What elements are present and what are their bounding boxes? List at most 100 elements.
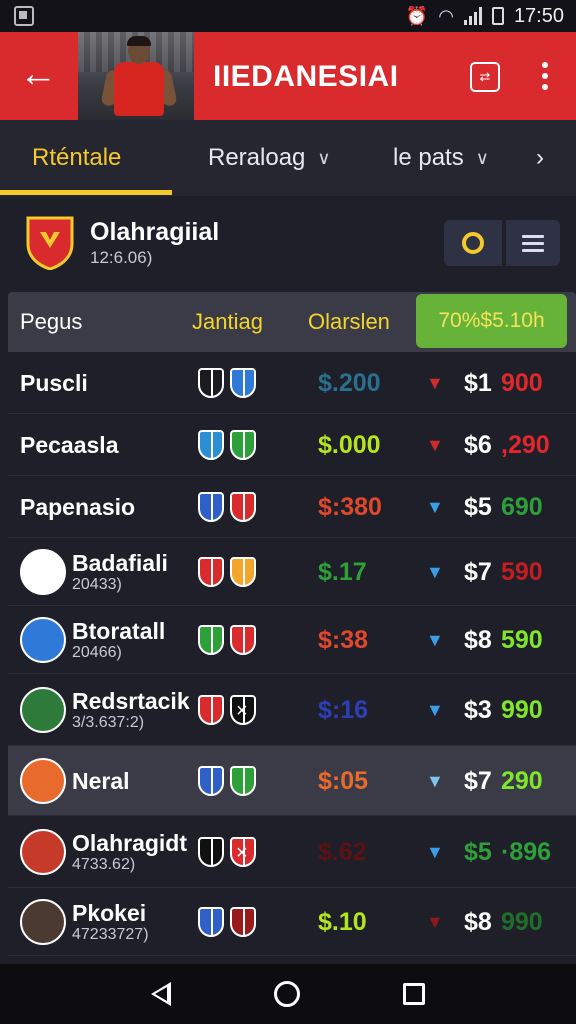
odds-value[interactable]: $.62	[318, 838, 367, 867]
app-bar: ← IIEDANESIAI ⇄	[0, 32, 576, 120]
odds-value[interactable]: $.000	[318, 431, 381, 460]
tab-scroll-right[interactable]: ›	[536, 120, 544, 196]
list-view-button[interactable]	[506, 220, 560, 266]
table-row[interactable]: Papenasio $:380 ▼ $5 690	[8, 476, 576, 538]
table-row[interactable]: Redsrtacik 3/3.637:2) × $:16 ▼ $3 990	[8, 674, 576, 746]
away-team-badge-icon	[230, 557, 256, 587]
table-row[interactable]: Badafiali 20433) $.17 ▼ $7 590	[8, 538, 576, 606]
price-prefix: $1	[464, 369, 492, 397]
header-col-4[interactable]: 70%$5.10h	[416, 294, 567, 348]
trend-down-icon: ▼	[426, 435, 444, 455]
chevron-down-icon: ∨	[475, 147, 489, 168]
odds-value[interactable]: $.200	[318, 369, 381, 398]
price-value[interactable]: 590	[501, 558, 543, 587]
battery-icon	[491, 7, 504, 25]
team-subtitle: 20433)	[72, 576, 122, 593]
filter-button[interactable]	[444, 220, 502, 266]
header-col-3[interactable]: Olarslen	[308, 292, 390, 352]
home-team-badge-icon	[198, 557, 224, 587]
odds-value[interactable]: $:05	[318, 767, 368, 796]
away-team-badge-icon	[230, 625, 256, 655]
team-name: Puscli	[20, 370, 88, 396]
nav-home-button[interactable]	[273, 981, 300, 1007]
away-team-badge-icon	[230, 368, 256, 398]
header-col-2[interactable]: Jantiag	[192, 292, 263, 352]
trend-down-icon: ▼	[426, 771, 444, 791]
trend-down-icon: ▼	[426, 912, 444, 932]
back-button[interactable]: ←	[18, 54, 58, 94]
alarm-icon: ⏰	[405, 5, 429, 26]
cast-button[interactable]: ⇄	[470, 62, 500, 92]
trend-down-icon: ▼	[426, 497, 444, 517]
odds-value[interactable]: $.10	[318, 908, 367, 937]
home-team-badge-icon	[198, 907, 224, 937]
tab-le-pats[interactable]: le pats ∨	[393, 120, 489, 196]
team-logo-icon	[20, 829, 66, 875]
status-time: 17:50	[513, 4, 564, 27]
home-team-badge-icon	[198, 625, 224, 655]
odds-table: Pegus Jantiag Olarslen 70%$5.10h Puscli $…	[8, 292, 576, 956]
home-team-badge-icon	[198, 766, 224, 796]
tab-rtentale[interactable]: Rténtale	[32, 120, 121, 196]
team-name: Redsrtacik	[72, 688, 190, 714]
price-value[interactable]: 690	[501, 493, 543, 522]
team-name: Pkokei	[72, 900, 147, 926]
home-team-badge-icon	[198, 492, 224, 522]
close-icon[interactable]: ×	[236, 700, 248, 723]
team-name: Papenasio	[20, 494, 136, 520]
player-photo	[78, 32, 194, 120]
away-team-badge-icon	[230, 430, 256, 460]
close-icon[interactable]: ×	[236, 842, 248, 865]
price-value[interactable]: ·896	[501, 838, 551, 867]
price-prefix: $8	[464, 908, 492, 936]
trend-down-icon: ▼	[426, 842, 444, 862]
league-crest-icon	[26, 216, 74, 270]
cast-icon: ⇄	[479, 69, 491, 84]
team-logo-icon	[20, 758, 66, 804]
odds-value[interactable]: $:16	[318, 696, 368, 725]
table-row[interactable]: Puscli $.200 ▼ $1 900	[8, 352, 576, 414]
table-row[interactable]: Olahragidt 4733.62) × $.62 ▼ $5 ·896	[8, 816, 576, 888]
price-prefix: $6	[464, 431, 492, 459]
tab-reraloag[interactable]: Reraloag ∨	[208, 120, 331, 196]
trend-down-icon: ▼	[426, 562, 444, 582]
price-value[interactable]: 290	[501, 767, 543, 796]
status-bar: ⏰ ◠ 17:50	[0, 0, 576, 32]
search-icon	[462, 232, 484, 254]
trend-down-icon: ▼	[426, 700, 444, 720]
price-prefix: $3	[464, 696, 492, 724]
odds-value[interactable]: $.17	[318, 558, 367, 587]
league-header: Olahragiial 12:6.06)	[0, 196, 576, 288]
league-date: 12:6.06)	[90, 248, 153, 267]
table-row[interactable]: Btoratall 20466) $:38 ▼ $8 590	[8, 606, 576, 674]
team-subtitle: 3/3.637:2)	[72, 714, 145, 731]
tab-bar: Rténtale Reraloag ∨ le pats ∨ ›	[0, 120, 576, 196]
table-row[interactable]: Neral $:05 ▼ $7 290	[8, 746, 576, 816]
price-value[interactable]: 990	[501, 696, 543, 725]
price-value[interactable]: 990	[501, 908, 543, 937]
chevron-right-icon: ›	[536, 144, 544, 171]
odds-value[interactable]: $:38	[318, 626, 368, 655]
more-options-button[interactable]	[532, 58, 558, 94]
price-value[interactable]: 900	[501, 369, 543, 398]
price-value[interactable]: ,290	[501, 431, 550, 460]
price-prefix: $5	[464, 493, 492, 521]
nav-recents-button[interactable]	[402, 983, 425, 1005]
team-subtitle: 20466)	[72, 644, 122, 661]
trend-down-icon: ▼	[426, 373, 444, 393]
team-logo-icon	[20, 617, 66, 663]
table-row[interactable]: Pkokei 47233727) $.10 ▼ $8 990	[8, 888, 576, 956]
table-body: Puscli $.200 ▼ $1 900 Pecaasla $.000 ▼ $6 ,290 Pap…	[8, 352, 576, 956]
team-logo-icon	[20, 899, 66, 945]
header-col-1[interactable]: Pegus	[20, 292, 82, 352]
odds-value[interactable]: $:380	[318, 493, 382, 522]
home-team-badge-icon	[198, 368, 224, 398]
table-row[interactable]: Pecaasla $.000 ▼ $6 ,290	[8, 414, 576, 476]
nav-back-button[interactable]	[151, 982, 172, 1006]
price-value[interactable]: 590	[501, 626, 543, 655]
notification-icon	[14, 6, 34, 26]
home-team-badge-icon	[198, 430, 224, 460]
app-title: IIEDANESIAI	[213, 60, 399, 93]
chevron-down-icon: ∨	[317, 147, 331, 168]
table-header: Pegus Jantiag Olarslen 70%$5.10h	[8, 292, 576, 352]
